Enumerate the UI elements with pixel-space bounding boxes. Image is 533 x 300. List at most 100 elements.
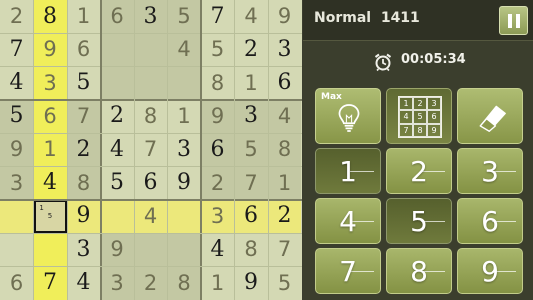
selected-cell[interactable]: 15 [33, 199, 67, 233]
board-cell[interactable]: 5 [100, 166, 134, 200]
board-cell[interactable] [100, 199, 134, 233]
board-cell[interactable] [134, 233, 167, 267]
board-cell[interactable]: 5 [67, 66, 100, 100]
board-cell[interactable]: 4 [234, 0, 268, 33]
board-cell[interactable]: 3 [234, 99, 268, 133]
board-cell[interactable]: 7 [67, 99, 100, 133]
board-cell[interactable]: 7 [268, 233, 301, 267]
board-cell[interactable] [167, 199, 201, 233]
board-cell[interactable]: 2 [0, 0, 33, 33]
number-key-label: 9 [481, 254, 499, 288]
board-cell[interactable]: 9 [0, 133, 33, 167]
number-key-3[interactable]: 3 [457, 148, 523, 194]
board-cell[interactable]: 4 [167, 33, 201, 67]
board-cell[interactable]: 7 [0, 33, 33, 67]
board-cell[interactable]: 4 [0, 66, 33, 100]
eraser-button[interactable] [457, 88, 523, 144]
board-cell[interactable]: 8 [67, 166, 100, 200]
board-cell[interactable]: 9 [268, 0, 301, 33]
board-cell[interactable]: 3 [167, 133, 201, 167]
board-cell[interactable]: 8 [33, 0, 67, 33]
board-cell[interactable]: 2 [100, 99, 134, 133]
board-cell[interactable]: 2 [134, 266, 167, 300]
board-cell[interactable]: 9 [100, 233, 134, 267]
board-cell[interactable]: 6 [67, 33, 100, 67]
hint-button[interactable]: Max [315, 88, 381, 144]
board-cell[interactable]: 3 [134, 0, 167, 33]
number-key-2[interactable]: 2 [386, 148, 452, 194]
board-cell[interactable]: 7 [33, 266, 67, 300]
notes-mode-button[interactable]: 123456789 [386, 88, 452, 144]
board-cell[interactable]: 3 [0, 166, 33, 200]
board-cell[interactable]: 1 [67, 0, 100, 33]
board-cell[interactable]: 8 [268, 133, 301, 167]
board-cell[interactable]: 4 [67, 266, 100, 300]
note-grid-digit: 7 [399, 123, 413, 137]
board-cell[interactable]: 3 [33, 66, 67, 100]
board-cell[interactable]: 3 [100, 266, 134, 300]
board-cell[interactable]: 7 [134, 133, 167, 167]
board-cell[interactable]: 1 [234, 66, 268, 100]
board-cell[interactable]: 4 [268, 99, 301, 133]
board-cell[interactable]: 4 [134, 199, 167, 233]
board-cell[interactable] [0, 233, 33, 267]
board-cell[interactable]: 4 [33, 166, 67, 200]
board-cell[interactable]: 5 [167, 0, 201, 33]
board-cell[interactable] [167, 233, 201, 267]
board-cell[interactable] [0, 199, 33, 233]
board-cell[interactable]: 2 [67, 133, 100, 167]
board-cell[interactable]: 9 [201, 99, 234, 133]
board-cell[interactable] [33, 233, 67, 267]
board-cell[interactable]: 3 [268, 33, 301, 67]
grid-line [0, 232, 302, 234]
board-cell[interactable]: 9 [33, 33, 67, 67]
number-key-5[interactable]: 5 [386, 198, 452, 244]
board-cell[interactable]: 1 [33, 133, 67, 167]
board-cell[interactable]: 6 [201, 133, 234, 167]
board-cell[interactable]: 9 [234, 266, 268, 300]
board-cell[interactable]: 7 [234, 166, 268, 200]
board-cell[interactable]: 3 [67, 233, 100, 267]
board-cell[interactable]: 7 [201, 0, 234, 33]
board-cell[interactable]: 8 [201, 66, 234, 100]
number-key-9[interactable]: 9 [457, 248, 523, 294]
number-key-7[interactable]: 7 [315, 248, 381, 294]
board-cell[interactable]: 3 [201, 199, 234, 233]
note-digit [54, 204, 62, 212]
board-cell[interactable]: 1 [201, 266, 234, 300]
board-cell[interactable]: 8 [234, 233, 268, 267]
note-grid-digit: 8 [413, 123, 427, 137]
board-cell[interactable]: 2 [234, 33, 268, 67]
top-bar: Normal 1411 [303, 0, 533, 41]
board-cell[interactable]: 1 [167, 99, 201, 133]
pause-button[interactable] [499, 6, 528, 35]
board-cell[interactable] [167, 66, 201, 100]
board-cell[interactable]: 2 [268, 199, 301, 233]
board-cell[interactable]: 5 [0, 99, 33, 133]
board-cell[interactable]: 5 [268, 266, 301, 300]
board-cell[interactable]: 6 [100, 0, 134, 33]
board-cell[interactable] [100, 33, 134, 67]
board-cell[interactable]: 2 [201, 166, 234, 200]
number-key-8[interactable]: 8 [386, 248, 452, 294]
board-cell[interactable] [134, 66, 167, 100]
number-key-4[interactable]: 4 [315, 198, 381, 244]
board-cell[interactable]: 4 [100, 133, 134, 167]
board-cell[interactable]: 6 [268, 66, 301, 100]
board-cell[interactable]: 9 [167, 166, 201, 200]
board-cell[interactable]: 4 [201, 233, 234, 267]
board-cell[interactable]: 8 [167, 266, 201, 300]
board-cell[interactable]: 1 [268, 166, 301, 200]
board-cell[interactable]: 6 [0, 266, 33, 300]
number-key-6[interactable]: 6 [457, 198, 523, 244]
board-cell[interactable]: 9 [67, 199, 100, 233]
board-cell[interactable]: 5 [201, 33, 234, 67]
board-cell[interactable]: 5 [234, 133, 268, 167]
board-cell[interactable]: 8 [134, 99, 167, 133]
number-key-1[interactable]: 1 [315, 148, 381, 194]
board-cell[interactable] [100, 66, 134, 100]
board-cell[interactable]: 6 [134, 166, 167, 200]
board-cell[interactable]: 6 [234, 199, 268, 233]
board-cell[interactable]: 6 [33, 99, 67, 133]
board-cell[interactable] [134, 33, 167, 67]
